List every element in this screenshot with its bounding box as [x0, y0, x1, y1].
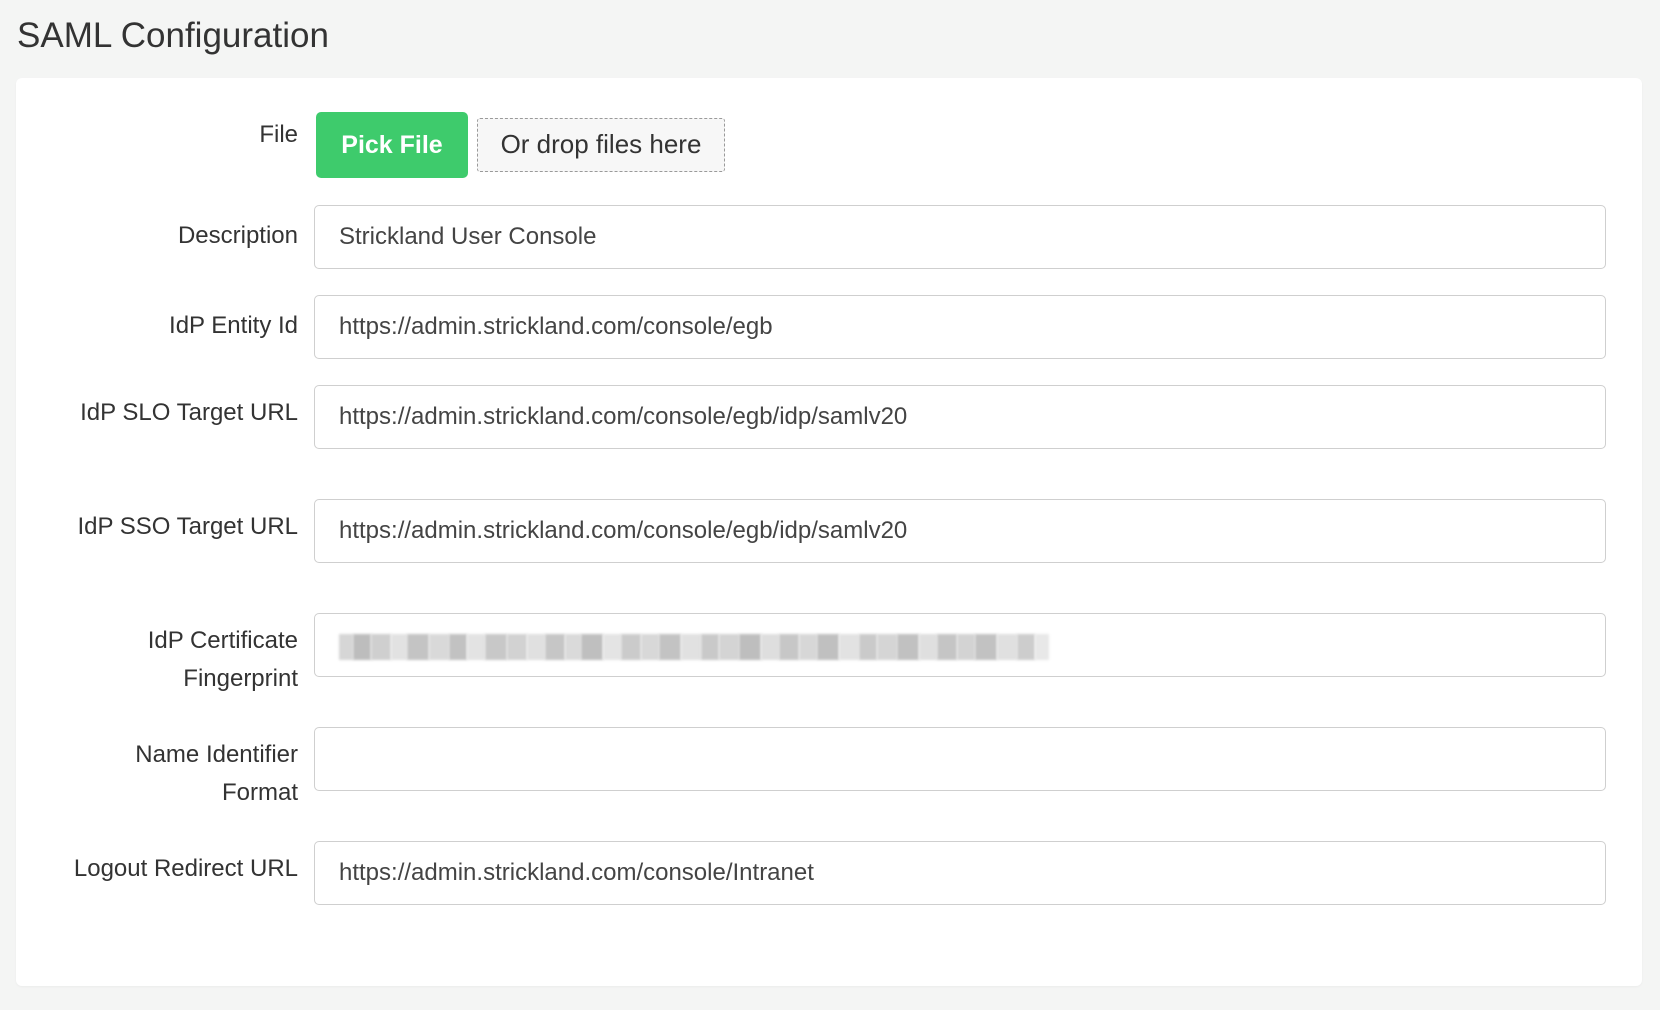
redacted-fingerprint	[339, 634, 1049, 660]
idp-sso-target-url-label: IdP SSO Target URL	[77, 513, 298, 540]
description-input[interactable]	[314, 205, 1606, 269]
idp-sso-target-url-row: IdP SSO Target URL	[16, 499, 1642, 595]
idp-certificate-fingerprint-label: IdP Certificate Fingerprint	[147, 627, 298, 692]
pick-file-button[interactable]: Pick File	[316, 112, 468, 178]
description-row: Description	[16, 205, 1642, 275]
logout-redirect-url-label: Logout Redirect URL	[73, 855, 298, 882]
logout-redirect-url-input[interactable]	[314, 841, 1606, 905]
idp-slo-target-url-input[interactable]	[314, 385, 1606, 449]
logout-redirect-url-row: Logout Redirect URL	[16, 841, 1642, 937]
page-title: SAML Configuration	[17, 16, 329, 55]
file-label: File	[259, 121, 298, 148]
idp-entity-id-label: IdP Entity Id	[169, 312, 298, 339]
idp-certificate-fingerprint-row: IdP Certificate Fingerprint	[16, 613, 1642, 709]
idp-sso-target-url-input[interactable]	[314, 499, 1606, 563]
file-drop-zone[interactable]: Or drop files here	[477, 118, 725, 172]
description-label: Description	[177, 222, 298, 249]
idp-slo-target-url-label: IdP SLO Target URL	[80, 399, 298, 426]
name-identifier-format-label: Name Identifier Format	[135, 741, 298, 806]
name-identifier-format-row: Name Identifier Format	[16, 727, 1642, 823]
idp-slo-target-url-row: IdP SLO Target URL	[16, 385, 1642, 481]
file-row: File Pick File Or drop files here	[16, 78, 1642, 188]
name-identifier-format-input[interactable]	[314, 727, 1606, 791]
saml-config-card: File Pick File Or drop files here Descri…	[16, 78, 1642, 986]
idp-entity-id-input[interactable]	[314, 295, 1606, 359]
idp-certificate-fingerprint-input[interactable]	[314, 613, 1606, 677]
idp-entity-id-row: IdP Entity Id	[16, 295, 1642, 365]
